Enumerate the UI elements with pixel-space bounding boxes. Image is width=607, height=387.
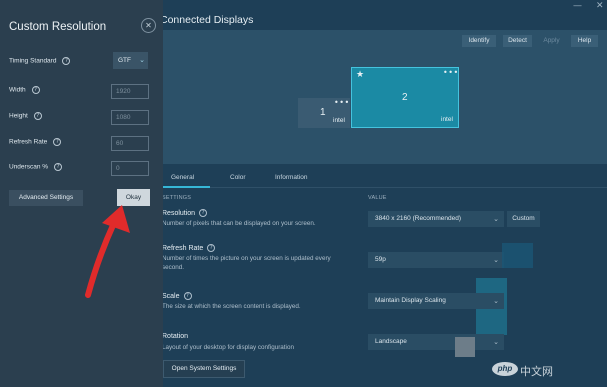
watermark-text: 中文网 bbox=[520, 365, 553, 378]
timing-standard-dropdown[interactable]: GTF ⌄ bbox=[113, 52, 148, 69]
settings-tabs: General Color Information bbox=[160, 170, 607, 188]
help-button[interactable]: Help bbox=[571, 35, 598, 47]
refresh-rate-label: Refresh Rate? bbox=[162, 244, 216, 252]
apply-button[interactable]: Apply bbox=[538, 35, 565, 47]
width-input[interactable]: 1920 bbox=[111, 84, 149, 99]
monitor-brand: intel bbox=[333, 117, 345, 124]
help-icon[interactable]: ? bbox=[54, 163, 63, 171]
advanced-settings-button[interactable]: Advanced Settings bbox=[9, 190, 83, 206]
chevron-down-icon: ⌄ bbox=[139, 56, 145, 64]
close-icon[interactable]: ✕ bbox=[141, 18, 156, 33]
help-icon[interactable]: ? bbox=[199, 209, 208, 217]
rotation-description: Layout of your desktop for display confi… bbox=[162, 344, 294, 351]
refresh-rate-description: Number of times the picture on your scre… bbox=[162, 255, 331, 271]
identify-button[interactable]: Identify bbox=[462, 35, 496, 47]
help-icon[interactable]: ? bbox=[33, 112, 42, 120]
watermark-logo: php bbox=[492, 362, 518, 376]
underscan-input[interactable]: 0 bbox=[111, 161, 149, 176]
divider bbox=[160, 187, 607, 188]
rotation-label: Rotation bbox=[162, 333, 189, 340]
monitor-1-tile[interactable]: 1 intel ••• bbox=[298, 98, 350, 128]
help-icon[interactable]: ? bbox=[31, 86, 40, 94]
tab-information[interactable]: Information bbox=[275, 174, 308, 181]
chevron-down-icon: ⌄ bbox=[493, 338, 499, 346]
underscan-label: Underscan %? bbox=[9, 163, 63, 171]
custom-resolution-button[interactable]: Custom bbox=[507, 211, 540, 227]
refresh-rate-dropdown[interactable]: 59p ⌄ bbox=[368, 252, 504, 268]
monitor-brand: intel bbox=[441, 116, 453, 123]
scale-label: Scale? bbox=[162, 292, 192, 300]
monitor-number: 1 bbox=[320, 107, 326, 118]
rotation-dropdown[interactable]: Landscape ⌄ bbox=[368, 334, 504, 350]
tab-color[interactable]: Color bbox=[230, 174, 246, 181]
refresh-rate-label: Refresh Rate? bbox=[9, 138, 62, 146]
monitor-2-tile[interactable]: 2 intel ••• bbox=[351, 67, 459, 128]
more-options-icon[interactable]: ••• bbox=[334, 99, 350, 107]
custom-resolution-panel: Custom Resolution ✕ Timing Standard? GTF… bbox=[0, 0, 163, 387]
close-window-icon[interactable]: ✕ bbox=[596, 1, 604, 11]
settings-column-header: SETTINGS bbox=[162, 195, 192, 201]
help-icon[interactable]: ? bbox=[207, 244, 216, 252]
help-icon[interactable]: ? bbox=[183, 292, 192, 300]
scale-dropdown[interactable]: Maintain Display Scaling ⌄ bbox=[368, 293, 504, 309]
active-tab-indicator bbox=[160, 186, 210, 188]
open-system-settings-button[interactable]: Open System Settings bbox=[163, 360, 245, 378]
background-decoration bbox=[455, 337, 475, 357]
detect-button[interactable]: Detect bbox=[503, 35, 532, 47]
width-label: Width? bbox=[9, 86, 40, 94]
annotation-arrow-icon bbox=[85, 205, 130, 298]
scale-description: The size at which the screen content is … bbox=[162, 303, 301, 310]
resolution-label: Resolution? bbox=[162, 209, 208, 217]
tab-general[interactable]: General bbox=[171, 174, 194, 181]
resolution-dropdown[interactable]: 3840 x 2160 (Recommended) ⌄ bbox=[368, 211, 504, 227]
chevron-down-icon: ⌄ bbox=[493, 297, 499, 305]
resolution-description: Number of pixels that can be displayed o… bbox=[162, 220, 316, 227]
more-options-icon[interactable]: ••• bbox=[443, 69, 459, 77]
help-icon[interactable]: ? bbox=[53, 138, 62, 146]
height-input[interactable]: 1080 bbox=[111, 110, 149, 125]
panel-title: Custom Resolution bbox=[9, 21, 107, 33]
primary-display-star-icon: ★ bbox=[356, 70, 365, 80]
monitor-number: 2 bbox=[402, 92, 408, 103]
refresh-rate-input[interactable]: 60 bbox=[111, 136, 149, 151]
minimize-icon[interactable]: — bbox=[573, 1, 582, 11]
value-column-header: VALUE bbox=[368, 195, 387, 201]
page-title: Connected Displays bbox=[160, 14, 254, 26]
timing-standard-label: Timing Standard? bbox=[9, 57, 71, 65]
chevron-down-icon: ⌄ bbox=[493, 256, 499, 264]
help-icon[interactable]: ? bbox=[62, 57, 71, 65]
height-label: Height? bbox=[9, 112, 42, 120]
background-decoration bbox=[502, 243, 533, 268]
chevron-down-icon: ⌄ bbox=[493, 215, 499, 223]
